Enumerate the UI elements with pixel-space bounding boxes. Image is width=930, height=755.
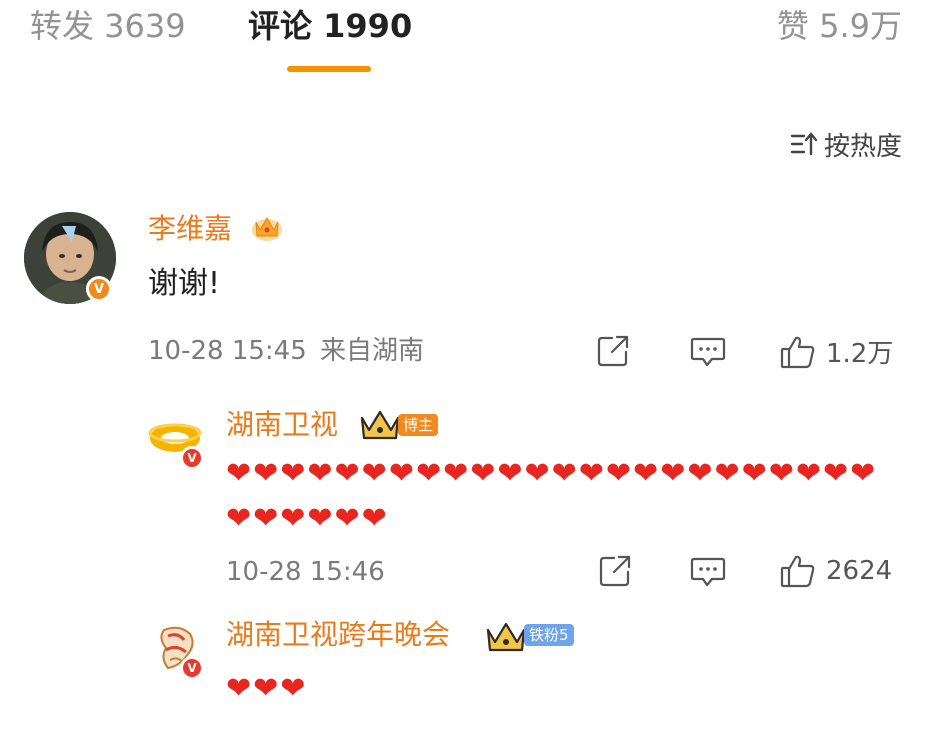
comment-text: 谢谢! [148, 266, 221, 301]
verified-icon: V [180, 656, 204, 680]
thumbs-up-icon [780, 336, 815, 368]
fan-level-badge: 铁粉5 [524, 624, 574, 646]
sort-label: 按热度 [823, 131, 902, 162]
comment-author-name[interactable]: 湖南卫视 [226, 408, 338, 442]
share-icon [597, 335, 629, 367]
tab-likes[interactable]: 赞 5.9万 [777, 6, 902, 46]
like-button[interactable]: 2624 [780, 553, 892, 589]
crown-icon [252, 217, 282, 241]
verified-icon: V [86, 276, 112, 302]
comment-icon [690, 337, 726, 367]
like-button[interactable]: 1.2万 [780, 333, 893, 370]
comment-text: ❤❤❤ [226, 671, 308, 706]
comment-author-name[interactable]: 湖南卫视跨年晚会 [226, 618, 450, 652]
like-count: 2624 [826, 556, 893, 586]
comment-time: 10-28 15:45 [148, 336, 307, 366]
comment-author-name[interactable]: 李维嘉 [148, 212, 232, 246]
sort-button[interactable]: 按热度 [790, 126, 902, 162]
author-badge: 博主 [398, 414, 439, 436]
tab-comments[interactable]: 评论 1990 [248, 6, 412, 46]
like-count: 1.2万 [826, 339, 894, 369]
tab-repost[interactable]: 转发 3639 [30, 6, 186, 46]
comment-time: 10-28 15:46 [226, 557, 385, 587]
crown-icon [486, 622, 526, 652]
share-button[interactable] [596, 334, 630, 368]
active-tab-indicator [287, 66, 371, 72]
reply-button[interactable] [690, 336, 726, 368]
sort-icon [790, 132, 818, 156]
crown-icon [360, 410, 400, 440]
share-button[interactable] [598, 554, 632, 588]
comment-text: ❤❤❤❤❤❤❤❤❤❤❤❤❤❤❤❤❤❤❤❤❤❤❤❤❤❤❤❤❤❤ [226, 456, 878, 536]
share-icon [599, 555, 631, 587]
comment-icon [690, 557, 726, 587]
reply-button[interactable] [690, 556, 726, 588]
comment-location: 来自湖南 [320, 336, 425, 366]
thumbs-up-icon [780, 555, 815, 588]
verified-icon: V [180, 446, 204, 470]
